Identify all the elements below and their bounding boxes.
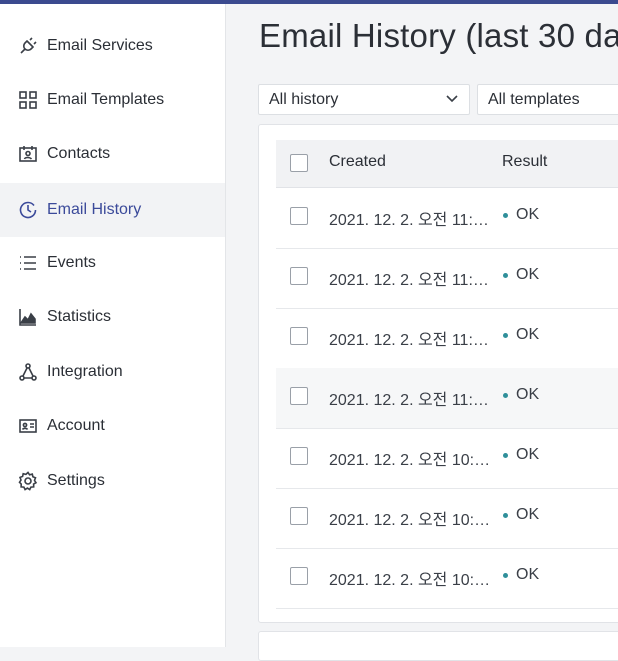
- status-dot: [503, 393, 508, 398]
- list-icon: [18, 253, 38, 273]
- sidebar-item-label: Integration: [47, 363, 123, 380]
- templates-filter-value: All templates: [488, 90, 580, 108]
- history-filter-select[interactable]: All history: [258, 84, 470, 115]
- status-dot: [503, 273, 508, 278]
- sidebar-item-account[interactable]: Account: [0, 399, 225, 453]
- row-checkbox[interactable]: [290, 327, 308, 345]
- secondary-panel: [258, 631, 618, 661]
- sidebar-item-email-history[interactable]: Email History: [0, 183, 225, 237]
- sidebar-item-email-services[interactable]: Email Services: [0, 19, 225, 73]
- history-clock-icon: [18, 200, 38, 220]
- created-cell: 2021. 12. 2. 오전 10:1…: [329, 512, 495, 529]
- row-checkbox[interactable]: [290, 267, 308, 285]
- plug-icon: [18, 36, 38, 56]
- table-row[interactable]: 2021. 12. 2. 오전 10:0… OK: [276, 548, 618, 609]
- created-cell: 2021. 12. 2. 오전 11:1…: [329, 332, 495, 349]
- sidebar: Email Services Email Templates Contacts …: [0, 4, 226, 647]
- table-row[interactable]: 2021. 12. 2. 오전 11:1… OK: [276, 308, 618, 369]
- gear-icon: [18, 471, 38, 491]
- templates-filter-select[interactable]: All templates: [477, 84, 618, 115]
- sidebar-item-events[interactable]: Events: [0, 236, 225, 290]
- created-cell: 2021. 12. 2. 오전 10:0…: [329, 572, 495, 589]
- sidebar-item-label: Settings: [47, 472, 105, 489]
- sidebar-item-contacts[interactable]: Contacts: [0, 127, 225, 181]
- table-row[interactable]: 2021. 12. 2. 오전 11:3… OK: [276, 188, 618, 249]
- contacts-card-icon: [18, 144, 38, 164]
- created-cell: 2021. 12. 2. 오전 11:1…: [329, 392, 495, 409]
- row-checkbox[interactable]: [290, 387, 308, 405]
- column-header-result[interactable]: Result: [502, 153, 547, 171]
- result-cell: OK: [516, 266, 540, 283]
- result-cell: OK: [516, 506, 540, 523]
- status-dot: [503, 573, 508, 578]
- status-dot: [503, 213, 508, 218]
- created-cell: 2021. 12. 2. 오전 10:3…: [329, 452, 495, 469]
- history-table-panel: Created Result 2021. 12. 2. 오전 11:3… OK …: [258, 124, 618, 623]
- sidebar-item-statistics[interactable]: Statistics: [0, 290, 225, 344]
- id-card-icon: [18, 416, 38, 436]
- row-checkbox[interactable]: [290, 567, 308, 585]
- sidebar-item-label: Email History: [47, 201, 142, 218]
- sidebar-item-email-templates[interactable]: Email Templates: [0, 73, 225, 127]
- table-row[interactable]: 2021. 12. 2. 오전 11:1… OK: [276, 248, 618, 309]
- chevron-down-icon: [445, 92, 459, 106]
- sidebar-item-integration[interactable]: Integration: [0, 345, 225, 399]
- result-cell: OK: [516, 566, 540, 583]
- result-cell: OK: [516, 206, 540, 223]
- status-dot: [503, 333, 508, 338]
- integration-nodes-icon: [18, 362, 38, 382]
- row-checkbox[interactable]: [290, 207, 308, 225]
- created-cell: 2021. 12. 2. 오전 11:1…: [329, 272, 495, 289]
- status-dot: [503, 453, 508, 458]
- result-cell: OK: [516, 326, 540, 343]
- select-all-checkbox[interactable]: [290, 154, 308, 172]
- sidebar-item-label: Email Templates: [47, 91, 165, 108]
- page-title: Email History (last 30 da: [259, 17, 618, 54]
- sidebar-item-label: Contacts: [47, 145, 111, 162]
- result-cell: OK: [516, 386, 540, 403]
- sidebar-item-label: Events: [47, 254, 96, 271]
- status-dot: [503, 513, 508, 518]
- sidebar-item-label: Statistics: [47, 308, 112, 325]
- created-cell: 2021. 12. 2. 오전 11:3…: [329, 212, 495, 229]
- table-header: Created Result: [276, 140, 618, 188]
- result-cell: OK: [516, 446, 540, 463]
- templates-grid-icon: [18, 90, 38, 110]
- row-checkbox[interactable]: [290, 507, 308, 525]
- table-row[interactable]: 2021. 12. 2. 오전 10:3… OK: [276, 428, 618, 489]
- table-row[interactable]: 2021. 12. 2. 오전 11:1… OK: [276, 368, 618, 429]
- history-filter-value: All history: [269, 90, 339, 108]
- column-header-created[interactable]: Created: [329, 153, 386, 171]
- sidebar-item-settings[interactable]: Settings: [0, 454, 225, 508]
- sidebar-item-label: Account: [47, 417, 105, 434]
- area-chart-icon: [18, 307, 38, 327]
- sidebar-item-label: Email Services: [47, 37, 153, 54]
- table-row[interactable]: 2021. 12. 2. 오전 10:1… OK: [276, 488, 618, 549]
- row-checkbox[interactable]: [290, 447, 308, 465]
